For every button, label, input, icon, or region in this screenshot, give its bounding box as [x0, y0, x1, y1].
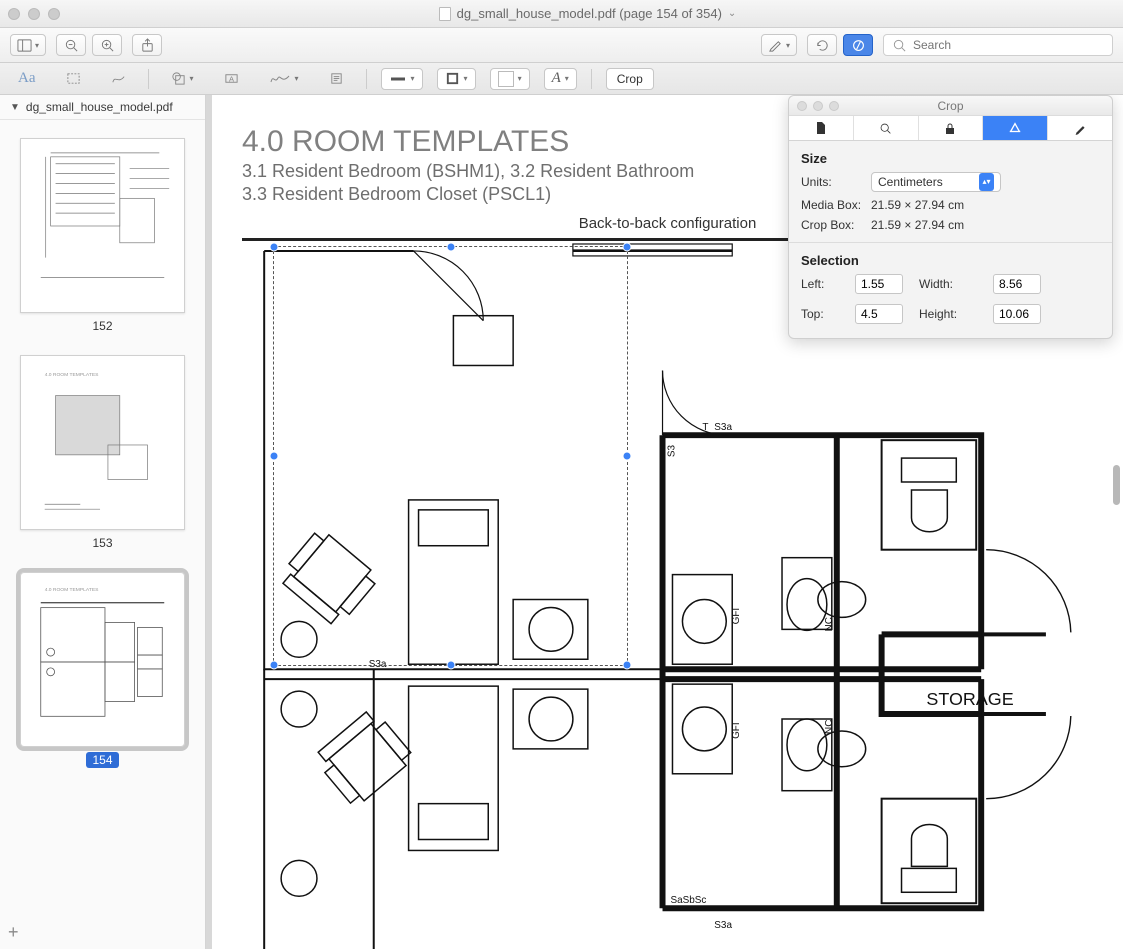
crop-inspector[interactable]: Crop Size Units: Centimeters▴▾ Media B [788, 95, 1113, 339]
text-style-tool[interactable]: Aa [10, 68, 44, 90]
rect-select-tool[interactable] [58, 68, 89, 90]
add-page-button[interactable]: + [8, 922, 19, 943]
fill-color-tool[interactable] [490, 68, 530, 90]
page-thumbnail-154[interactable]: 4.0 ROOM TEMPLATES [20, 572, 185, 747]
title-chevron-icon[interactable]: ⌄ [728, 8, 736, 19]
svg-text:GFI: GFI [731, 722, 742, 739]
svg-text:4.0 ROOM TEMPLATES: 4.0 ROOM TEMPLATES [45, 372, 99, 378]
left-label: Left: [801, 277, 841, 291]
svg-text:T: T [702, 422, 708, 433]
selection-heading: Selection [801, 253, 1100, 268]
inspector-tabs [789, 116, 1112, 141]
svg-text:GFI: GFI [731, 608, 742, 625]
svg-text:S3: S3 [666, 444, 677, 457]
inspector-min-icon[interactable] [813, 101, 823, 111]
rotate-button[interactable] [807, 34, 837, 56]
markup-button[interactable] [843, 34, 873, 56]
inspector-traffic-lights [797, 101, 839, 111]
scrollbar-thumb[interactable] [1113, 465, 1120, 505]
inspector-tab-search[interactable] [854, 116, 919, 140]
sketch-tool[interactable] [103, 68, 134, 90]
document-icon [439, 7, 451, 21]
inspector-tab-crop[interactable] [983, 116, 1048, 140]
border-color-tool[interactable] [437, 68, 476, 90]
svg-text:NC: NC [824, 617, 835, 631]
zoom-window-icon[interactable] [48, 8, 60, 20]
svg-text:A: A [229, 74, 234, 83]
inspector-tab-edit[interactable] [1048, 116, 1112, 140]
window-title: dg_small_house_model.pdf (page 154 of 35… [457, 6, 722, 21]
note-tool[interactable] [321, 68, 352, 90]
height-label: Height: [919, 307, 979, 321]
sidebar-filename: dg_small_house_model.pdf [26, 100, 173, 114]
crop-button[interactable]: Crop [606, 68, 654, 90]
storage-label: STORAGE [926, 689, 1013, 709]
width-label: Width: [919, 277, 979, 291]
search-field[interactable] [883, 34, 1113, 56]
font-tool[interactable]: A [544, 68, 577, 90]
inspector-title: Crop [937, 99, 963, 113]
floorplan: STORAGE T S3a S3 GFI NC S3a GFI NC SaSbS… [242, 238, 1093, 949]
width-input[interactable] [993, 274, 1041, 294]
page-thumbnail-152[interactable] [20, 138, 185, 313]
inspector-zoom-icon[interactable] [829, 101, 839, 111]
close-window-icon[interactable] [8, 8, 20, 20]
search-icon [892, 38, 907, 53]
window-titlebar: dg_small_house_model.pdf (page 154 of 35… [0, 0, 1123, 28]
svg-text:NC: NC [824, 720, 835, 734]
page-number-154: 154 [86, 752, 118, 768]
disclosure-triangle-icon[interactable]: ▼ [10, 102, 20, 113]
size-heading: Size [801, 151, 1100, 166]
document-area[interactable]: 4.0 ROOM TEMPLATES 3.1 Resident Bedroom … [212, 95, 1123, 949]
page-thumbnail-153[interactable]: 4.0 ROOM TEMPLATES [20, 355, 185, 530]
fill-swatch-icon [498, 71, 514, 87]
thumbnail-sidebar[interactable]: ▼ dg_small_house_model.pdf 152 4.0 ROOM … [0, 95, 206, 949]
select-arrows-icon: ▴▾ [979, 173, 994, 191]
units-value: Centimeters [878, 175, 943, 189]
units-select[interactable]: Centimeters ▴▾ [871, 172, 1001, 192]
svg-text:S3a: S3a [369, 659, 387, 670]
border-style-tool[interactable] [381, 68, 423, 90]
zoom-in-button[interactable] [92, 34, 122, 56]
top-input[interactable] [855, 304, 903, 324]
inspector-close-icon[interactable] [797, 101, 807, 111]
left-input[interactable] [855, 274, 903, 294]
inspector-tab-document[interactable] [789, 116, 854, 140]
zoom-out-button[interactable] [56, 34, 86, 56]
traffic-lights [8, 8, 60, 20]
sidebar-file-header[interactable]: ▼ dg_small_house_model.pdf [0, 95, 205, 120]
svg-text:S3a: S3a [714, 422, 732, 433]
crop-box-value: 21.59 × 27.94 cm [871, 218, 964, 232]
page-number-152: 152 [0, 319, 205, 333]
share-button[interactable] [132, 34, 162, 56]
height-input[interactable] [993, 304, 1041, 324]
svg-text:SaSbSc: SaSbSc [670, 895, 706, 906]
top-label: Top: [801, 307, 841, 321]
main-toolbar: ▾ ▾ [0, 28, 1123, 63]
markup-toolbar: Aa A A Crop [0, 63, 1123, 95]
shapes-tool[interactable] [163, 68, 202, 90]
search-input[interactable] [913, 38, 1104, 52]
minimize-window-icon[interactable] [28, 8, 40, 20]
page-number-153: 153 [0, 536, 205, 550]
media-box-label: Media Box: [801, 198, 871, 212]
inspector-tab-lock[interactable] [919, 116, 984, 140]
media-box-value: 21.59 × 27.94 cm [871, 198, 964, 212]
highlight-button[interactable]: ▾ [761, 34, 797, 56]
units-label: Units: [801, 175, 871, 189]
crop-box-label: Crop Box: [801, 218, 871, 232]
text-tool[interactable]: A [216, 68, 247, 90]
sidebar-toggle-button[interactable]: ▾ [10, 34, 46, 56]
svg-text:S3a: S3a [714, 920, 732, 931]
svg-text:4.0 ROOM TEMPLATES: 4.0 ROOM TEMPLATES [45, 587, 99, 593]
sign-tool[interactable] [261, 68, 307, 90]
